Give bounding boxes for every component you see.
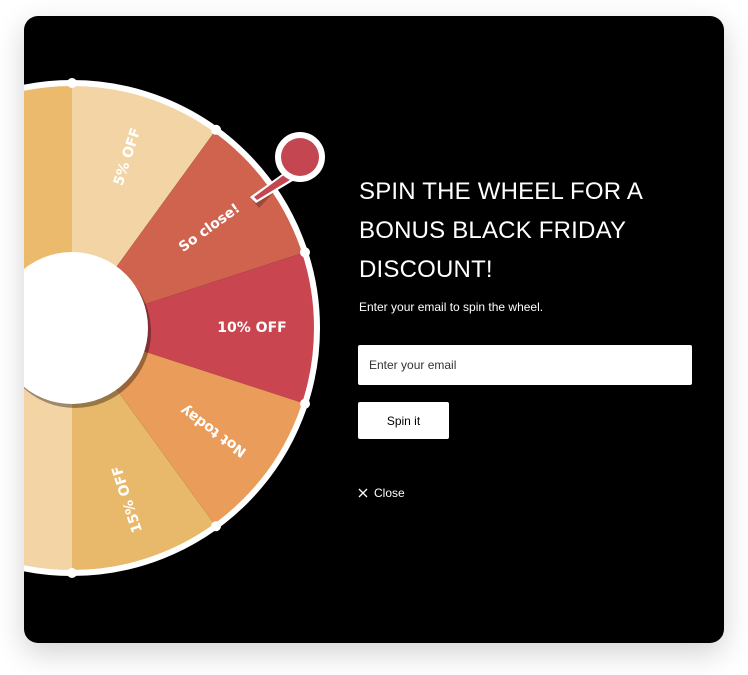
wheel-peg — [67, 568, 77, 578]
wheel-peg — [211, 521, 222, 532]
email-input[interactable] — [358, 345, 692, 385]
spin-wheel-modal: 5% OFF So close! 10% OFF Not today 15% OFF S… — [24, 16, 724, 643]
close-button[interactable]: Close — [358, 486, 405, 500]
spin-button[interactable]: Spin it — [358, 402, 449, 439]
wheel-peg — [211, 124, 222, 135]
wheel-peg — [67, 78, 77, 88]
modal-subtitle: Enter your email to spin the wheel. — [359, 300, 544, 314]
wheel-peg — [300, 247, 311, 258]
wheel-segment-label: 10% OFF — [217, 320, 286, 336]
prize-wheel: 5% OFFSo close!10% OFFNot today15% OFF — [24, 78, 325, 578]
modal-title: SPIN THE WHEEL FOR A BONUS BLACK FRIDAY … — [359, 178, 642, 283]
close-label: Close — [374, 486, 405, 500]
close-icon — [358, 488, 368, 498]
wheel-peg — [300, 398, 311, 409]
wheel-pointer-head — [281, 138, 319, 176]
